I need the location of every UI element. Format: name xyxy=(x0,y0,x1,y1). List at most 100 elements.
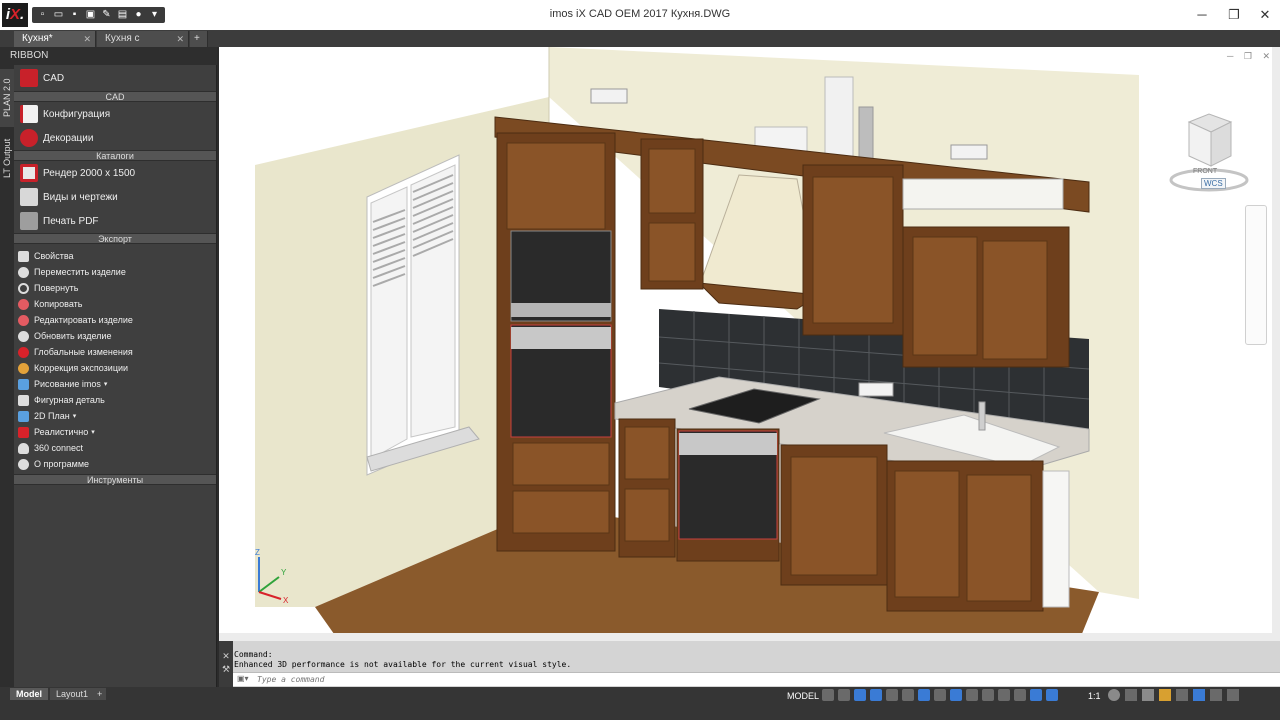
layout-tab-layout1[interactable]: Layout1 xyxy=(50,688,95,700)
navigation-bar[interactable] xyxy=(1245,205,1267,345)
selection-cycling-icon[interactable] xyxy=(998,689,1010,701)
new-tab-button[interactable]: + xyxy=(190,31,208,47)
views-drawings-button[interactable]: Виды и чертежи xyxy=(14,185,216,209)
decorations-button[interactable]: Декорации xyxy=(14,126,216,150)
close-icon[interactable]: ✕ xyxy=(219,651,233,662)
item-label: Повернуть xyxy=(34,283,79,293)
close-button[interactable]: ✕ xyxy=(1255,6,1275,24)
horizontal-scrollbar[interactable] xyxy=(219,633,1272,641)
wall-socket xyxy=(950,144,988,160)
wrench-icon[interactable]: ⚒ xyxy=(219,664,233,675)
wcs-dropdown[interactable]: WCS xyxy=(1201,178,1226,189)
drawing-viewport[interactable]: Z Y X ─ ❐ ✕ FRONT WCS xyxy=(219,47,1280,641)
edit-product-button[interactable]: Редактировать изделие xyxy=(14,312,216,328)
copy-button[interactable]: Копировать xyxy=(14,296,216,312)
ortho-icon[interactable] xyxy=(854,689,866,701)
chevron-down-icon[interactable]: ▾ xyxy=(73,412,77,420)
cad-button[interactable]: CAD xyxy=(14,65,216,91)
section-cad: CAD xyxy=(14,91,216,102)
item-label: Копировать xyxy=(34,299,83,309)
section-catalogs: Каталоги xyxy=(14,150,216,161)
exposure-correction-button[interactable]: Коррекция экспозиции xyxy=(14,360,216,376)
monitor-icon[interactable] xyxy=(1210,689,1222,701)
side-tab-lt-output[interactable]: LT Output xyxy=(0,129,14,187)
command-window-grip[interactable]: ✕ ⚒ xyxy=(219,641,233,687)
viewcube-front-label[interactable]: FRONT xyxy=(1193,168,1217,175)
rotate-icon xyxy=(18,282,29,294)
move-icon xyxy=(18,266,29,278)
doc-tab-kitchen-pipes[interactable]: Кухня с трубами* ✕ xyxy=(97,31,189,60)
render-button[interactable]: Рендер 2000 x 1500 xyxy=(14,161,216,185)
update-product-button[interactable]: Обновить изделие xyxy=(14,328,216,344)
chevron-down-icon[interactable]: ▾ xyxy=(104,380,108,388)
item-label: Редактировать изделие xyxy=(34,315,133,325)
command-input[interactable] xyxy=(257,674,757,685)
ducs-icon[interactable] xyxy=(934,689,946,701)
clean-screen-icon[interactable] xyxy=(1193,689,1205,701)
gear-icon[interactable] xyxy=(1108,689,1120,701)
snap-icon[interactable] xyxy=(838,689,850,701)
isolate-icon[interactable] xyxy=(1159,689,1171,701)
layout-tab-model[interactable]: Model xyxy=(10,688,48,700)
vertical-scrollbar[interactable] xyxy=(1272,47,1280,641)
workspace-icon[interactable] xyxy=(1142,689,1154,701)
item-label: Свойства xyxy=(34,251,74,261)
annotation-icon[interactable] xyxy=(1030,689,1042,701)
minimize-button[interactable]: ─ xyxy=(1192,6,1212,24)
maximize-button[interactable]: ❐ xyxy=(1224,6,1244,24)
section-tools: Инструменты xyxy=(14,474,216,485)
customize-icon[interactable] xyxy=(1227,689,1239,701)
side-tab-plan[interactable]: PLAN 2.0 xyxy=(0,69,14,127)
move-product-button[interactable]: Переместить изделие xyxy=(14,264,216,280)
annotation-scale[interactable]: 1:1 xyxy=(1088,689,1101,703)
osnap-icon[interactable] xyxy=(902,689,914,701)
pipe-box xyxy=(824,76,854,158)
global-changes-button[interactable]: Глобальные изменения xyxy=(14,344,216,360)
print-pdf-button[interactable]: Печать PDF xyxy=(14,209,216,233)
axis-y-label: Y xyxy=(281,568,287,577)
otrack-icon[interactable] xyxy=(918,689,930,701)
decorations-icon xyxy=(20,129,38,147)
model-space-toggle[interactable]: MODEL xyxy=(784,689,822,703)
lineweight-icon[interactable] xyxy=(966,689,978,701)
chevron-down-icon[interactable]: ▾ xyxy=(91,428,95,436)
connect-360-button[interactable]: 360 connect xyxy=(14,440,216,456)
realistic-cube-icon xyxy=(18,426,29,438)
configuration-label: Конфигурация xyxy=(43,108,111,120)
viewport-controls[interactable]: ─ ❐ ✕ xyxy=(1227,51,1274,62)
imos-drawing-button[interactable]: Рисование imos ▾ xyxy=(14,376,216,392)
command-history-line: Command: xyxy=(234,650,273,659)
grid-icon[interactable] xyxy=(822,689,834,701)
about-button[interactable]: О программе xyxy=(14,456,216,472)
plus-icon[interactable] xyxy=(1125,689,1137,701)
rotate-button[interactable]: Повернуть xyxy=(14,280,216,296)
polar-icon[interactable] xyxy=(870,689,882,701)
dyn-icon[interactable] xyxy=(950,689,962,701)
print-pdf-label: Печать PDF xyxy=(43,215,99,227)
add-layout-button[interactable]: + xyxy=(93,688,107,700)
hardware-icon[interactable] xyxy=(1176,689,1188,701)
isodraft-icon[interactable] xyxy=(886,689,898,701)
ribbon-panel: RIBBON CAD CAD Конфигурация Декорации Ка… xyxy=(0,47,217,687)
close-icon[interactable]: ✕ xyxy=(176,31,184,47)
cad-icon xyxy=(20,69,38,87)
annotation-scale-icon[interactable] xyxy=(1046,689,1058,701)
command-history-line: Enhanced 3D performance is not available… xyxy=(234,660,572,669)
wall-socket xyxy=(590,88,628,104)
configuration-button[interactable]: Конфигурация xyxy=(14,102,216,126)
properties-button[interactable]: Свойства xyxy=(14,248,216,264)
cloud-icon xyxy=(18,442,29,454)
properties-icon xyxy=(18,250,29,262)
shaped-part-button[interactable]: Фигурная деталь xyxy=(14,392,216,408)
close-icon[interactable]: ✕ xyxy=(83,31,91,47)
gizmo-icon[interactable] xyxy=(1014,689,1026,701)
doc-tab-kitchen[interactable]: Кухня* ✕ xyxy=(14,31,96,47)
command-prompt-icon[interactable]: ▣▾ xyxy=(237,674,249,683)
faucet xyxy=(978,401,986,431)
configuration-icon xyxy=(20,105,38,123)
axis-z-label: Z xyxy=(255,548,260,557)
transparency-icon[interactable] xyxy=(982,689,994,701)
realistic-button[interactable]: Реалистично ▾ xyxy=(14,424,216,440)
plan-2d-button[interactable]: 2D План ▾ xyxy=(14,408,216,424)
window-title: imos iX CAD OEM 2017 Кухня.DWG xyxy=(549,8,731,20)
